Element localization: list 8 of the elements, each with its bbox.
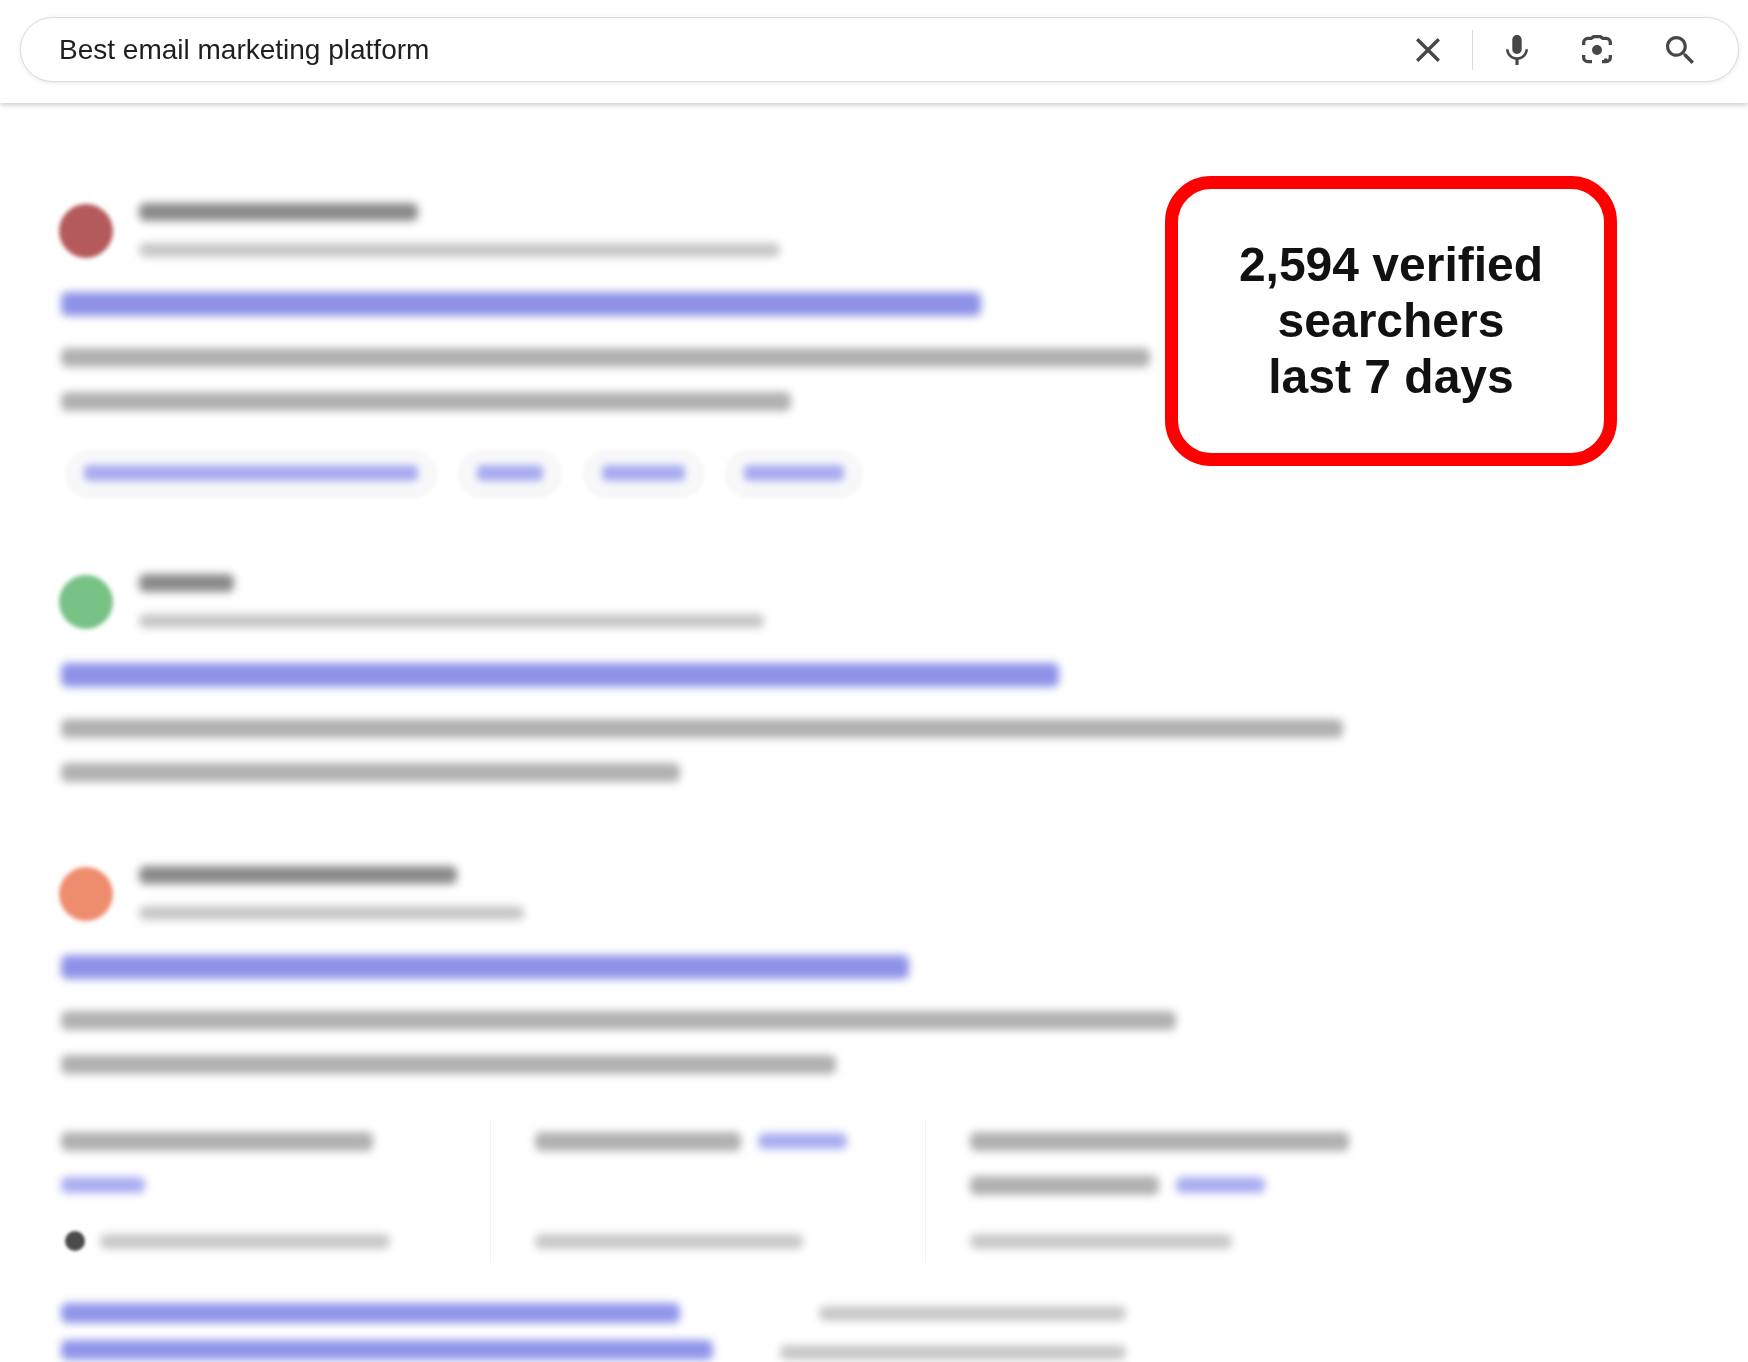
close-icon (1416, 37, 1440, 62)
camera-icon (1582, 34, 1612, 65)
search-input[interactable]: Best email marketing platform (59, 27, 1404, 72)
avatar-icon (65, 1231, 85, 1251)
search-field[interactable]: Best email marketing platform (20, 17, 1739, 82)
search-icon (1666, 35, 1694, 64)
microphone-icon (1506, 34, 1528, 65)
callout-text: 2,594 verified searchers last 7 days (1237, 237, 1545, 405)
